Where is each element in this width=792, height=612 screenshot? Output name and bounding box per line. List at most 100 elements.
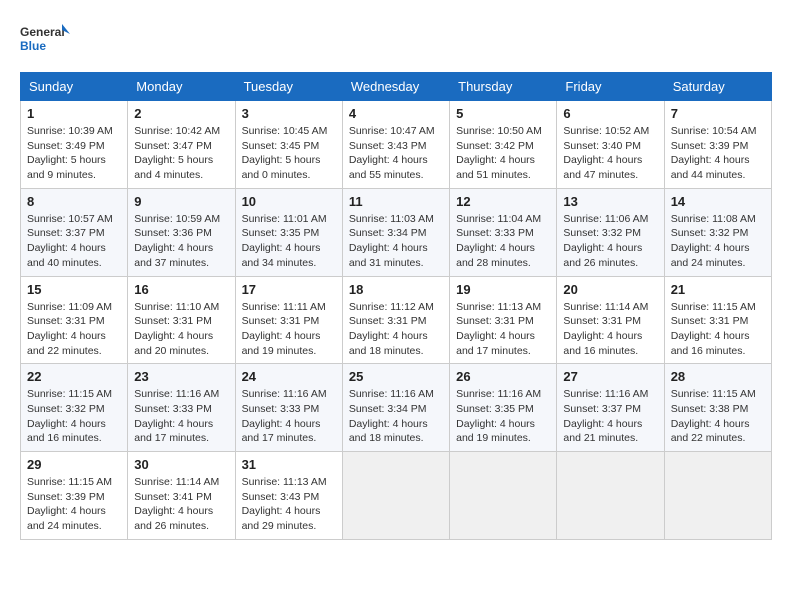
cell-text: Sunrise: 10:52 AM Sunset: 3:40 PM Daylig… [563,124,657,183]
cell-text: Sunrise: 11:06 AM Sunset: 3:32 PM Daylig… [563,212,657,271]
cell-text: Sunrise: 11:08 AM Sunset: 3:32 PM Daylig… [671,212,765,271]
day-number: 23 [134,369,228,384]
day-header-friday: Friday [557,73,664,101]
calendar-cell: 25 Sunrise: 11:16 AM Sunset: 3:34 PM Dayl… [342,364,449,452]
cell-text: Sunrise: 11:13 AM Sunset: 3:31 PM Daylig… [456,300,550,359]
day-number: 19 [456,282,550,297]
day-number: 11 [349,194,443,209]
cell-text: Sunrise: 11:16 AM Sunset: 3:33 PM Daylig… [134,387,228,446]
calendar-cell: 7 Sunrise: 10:54 AM Sunset: 3:39 PM Dayli… [664,101,771,189]
day-number: 12 [456,194,550,209]
calendar-cell: 3 Sunrise: 10:45 AM Sunset: 3:45 PM Dayli… [235,101,342,189]
cell-text: Sunrise: 10:57 AM Sunset: 3:37 PM Daylig… [27,212,121,271]
day-number: 4 [349,106,443,121]
calendar-cell: 2 Sunrise: 10:42 AM Sunset: 3:47 PM Dayli… [128,101,235,189]
calendar-cell [342,452,449,540]
day-header-sunday: Sunday [21,73,128,101]
day-number: 13 [563,194,657,209]
cell-text: Sunrise: 11:16 AM Sunset: 3:37 PM Daylig… [563,387,657,446]
calendar-cell: 11Sunrise: 11:03 AM Sunset: 3:34 PM Dayl… [342,188,449,276]
calendar-table: SundayMondayTuesdayWednesdayThursdayFrid… [20,72,772,540]
day-number: 9 [134,194,228,209]
calendar-cell: 30Sunrise: 11:14 AM Sunset: 3:41 PM Dayl… [128,452,235,540]
day-header-wednesday: Wednesday [342,73,449,101]
cell-text: Sunrise: 10:54 AM Sunset: 3:39 PM Daylig… [671,124,765,183]
day-number: 30 [134,457,228,472]
week-row-2: 8 Sunrise: 10:57 AM Sunset: 3:37 PM Dayli… [21,188,772,276]
day-number: 18 [349,282,443,297]
calendar-cell: 29 Sunrise: 11:15 AM Sunset: 3:39 PM Dayl… [21,452,128,540]
cell-text: Sunrise: 10:50 AM Sunset: 3:42 PM Daylig… [456,124,550,183]
calendar-cell [557,452,664,540]
cell-text: Sunrise: 11:16 AM Sunset: 3:35 PM Daylig… [456,387,550,446]
cell-text: Sunrise: 11:16 AM Sunset: 3:34 PM Daylig… [349,387,443,446]
cell-text: Sunrise: 11:16 AM Sunset: 3:33 PM Daylig… [242,387,336,446]
cell-text: Sunrise: 10:59 AM Sunset: 3:36 PM Daylig… [134,212,228,271]
cell-text: Sunrise: 10:45 AM Sunset: 3:45 PM Daylig… [242,124,336,183]
day-number: 3 [242,106,336,121]
week-row-1: 1Sunrise: 10:39 AM Sunset: 3:49 PM Dayli… [21,101,772,189]
cell-text: Sunrise: 11:11 AM Sunset: 3:31 PM Daylig… [242,300,336,359]
calendar-cell: 18 Sunrise: 11:12 AM Sunset: 3:31 PM Dayl… [342,276,449,364]
day-number: 20 [563,282,657,297]
day-number: 5 [456,106,550,121]
week-row-4: 22 Sunrise: 11:15 AM Sunset: 3:32 PM Dayl… [21,364,772,452]
calendar-cell: 9 Sunrise: 10:59 AM Sunset: 3:36 PM Dayli… [128,188,235,276]
day-number: 16 [134,282,228,297]
week-row-5: 29 Sunrise: 11:15 AM Sunset: 3:39 PM Dayl… [21,452,772,540]
calendar-cell: 24 Sunrise: 11:16 AM Sunset: 3:33 PM Dayl… [235,364,342,452]
cell-text: Sunrise: 11:04 AM Sunset: 3:33 PM Daylig… [456,212,550,271]
calendar-cell: 28 Sunrise: 11:15 AM Sunset: 3:38 PM Dayl… [664,364,771,452]
calendar-cell: 21Sunrise: 11:15 AM Sunset: 3:31 PM Dayl… [664,276,771,364]
svg-text:General: General [20,25,65,39]
cell-text: Sunrise: 11:13 AM Sunset: 3:43 PM Daylig… [242,475,336,534]
calendar-cell: 8 Sunrise: 10:57 AM Sunset: 3:37 PM Dayli… [21,188,128,276]
calendar-cell: 10Sunrise: 11:01 AM Sunset: 3:35 PM Dayl… [235,188,342,276]
calendar-cell: 31 Sunrise: 11:13 AM Sunset: 3:43 PM Dayl… [235,452,342,540]
calendar-header-row: SundayMondayTuesdayWednesdayThursdayFrid… [21,73,772,101]
day-header-thursday: Thursday [450,73,557,101]
cell-text: Sunrise: 11:15 AM Sunset: 3:32 PM Daylig… [27,387,121,446]
calendar-cell: 14Sunrise: 11:08 AM Sunset: 3:32 PM Dayl… [664,188,771,276]
cell-text: Sunrise: 11:15 AM Sunset: 3:39 PM Daylig… [27,475,121,534]
calendar-cell: 6 Sunrise: 10:52 AM Sunset: 3:40 PM Dayli… [557,101,664,189]
day-number: 27 [563,369,657,384]
day-number: 15 [27,282,121,297]
day-number: 2 [134,106,228,121]
day-number: 24 [242,369,336,384]
cell-text: Sunrise: 10:47 AM Sunset: 3:43 PM Daylig… [349,124,443,183]
cell-text: Sunrise: 11:09 AM Sunset: 3:31 PM Daylig… [27,300,121,359]
day-number: 8 [27,194,121,209]
calendar-cell [450,452,557,540]
day-number: 28 [671,369,765,384]
cell-text: Sunrise: 10:39 AM Sunset: 3:49 PM Daylig… [27,124,121,183]
day-number: 29 [27,457,121,472]
cell-text: Sunrise: 10:42 AM Sunset: 3:47 PM Daylig… [134,124,228,183]
calendar-cell: 13 Sunrise: 11:06 AM Sunset: 3:32 PM Dayl… [557,188,664,276]
cell-text: Sunrise: 11:14 AM Sunset: 3:31 PM Daylig… [563,300,657,359]
svg-text:Blue: Blue [20,39,46,53]
day-number: 31 [242,457,336,472]
calendar-cell: 22 Sunrise: 11:15 AM Sunset: 3:32 PM Dayl… [21,364,128,452]
calendar-cell: 23 Sunrise: 11:16 AM Sunset: 3:33 PM Dayl… [128,364,235,452]
calendar-cell: 4 Sunrise: 10:47 AM Sunset: 3:43 PM Dayli… [342,101,449,189]
day-number: 6 [563,106,657,121]
week-row-3: 15 Sunrise: 11:09 AM Sunset: 3:31 PM Dayl… [21,276,772,364]
calendar-cell: 12 Sunrise: 11:04 AM Sunset: 3:33 PM Dayl… [450,188,557,276]
page-header: General Blue [20,20,772,62]
calendar-cell: 1Sunrise: 10:39 AM Sunset: 3:49 PM Dayli… [21,101,128,189]
day-header-saturday: Saturday [664,73,771,101]
cell-text: Sunrise: 11:15 AM Sunset: 3:38 PM Daylig… [671,387,765,446]
cell-text: Sunrise: 11:10 AM Sunset: 3:31 PM Daylig… [134,300,228,359]
day-number: 21 [671,282,765,297]
logo-svg: General Blue [20,20,70,62]
day-number: 22 [27,369,121,384]
day-number: 7 [671,106,765,121]
logo: General Blue [20,20,70,62]
cell-text: Sunrise: 11:12 AM Sunset: 3:31 PM Daylig… [349,300,443,359]
calendar-cell: 5 Sunrise: 10:50 AM Sunset: 3:42 PM Dayli… [450,101,557,189]
day-number: 17 [242,282,336,297]
calendar-cell: 15 Sunrise: 11:09 AM Sunset: 3:31 PM Dayl… [21,276,128,364]
day-header-monday: Monday [128,73,235,101]
day-number: 25 [349,369,443,384]
